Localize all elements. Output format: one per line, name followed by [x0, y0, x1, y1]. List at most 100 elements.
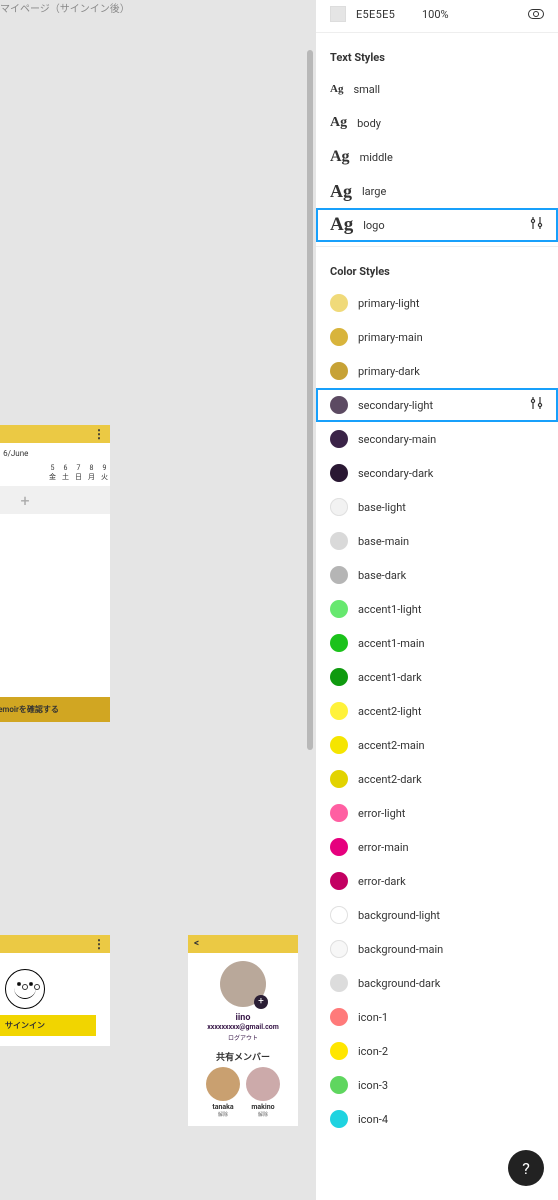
color-style-icon-2[interactable]: icon-2: [316, 1034, 558, 1068]
text-style-body[interactable]: Agbody: [316, 106, 558, 140]
color-style-primary-dark[interactable]: primary-dark: [316, 354, 558, 388]
avatar-add-icon[interactable]: +: [254, 995, 268, 1009]
color-swatch: [330, 430, 348, 448]
color-style-base-main[interactable]: base-main: [316, 524, 558, 558]
text-style-preview: Ag: [330, 214, 353, 236]
fill-row[interactable]: E5E5E5 100%: [316, 0, 558, 28]
color-style-secondary-main[interactable]: secondary-main: [316, 422, 558, 456]
member-sub[interactable]: 解除: [206, 1111, 240, 1118]
frame-label: マイページ（サインイン後）: [0, 0, 315, 15]
text-style-small[interactable]: Agsmall: [316, 72, 558, 106]
frame-mypage[interactable]: < + iino xxxxxxxxx@gmail.com ログアウト 共有メンバ…: [188, 935, 298, 1126]
color-style-accent2-main[interactable]: accent2-main: [316, 728, 558, 762]
color-style-name: primary-dark: [358, 365, 420, 378]
color-swatch: [330, 532, 348, 550]
confirm-memoir-button[interactable]: memoirを確認する: [0, 697, 110, 722]
color-style-error-main[interactable]: error-main: [316, 830, 558, 864]
visibility-icon[interactable]: [528, 9, 544, 19]
color-style-name: secondary-main: [358, 433, 436, 446]
color-swatch: [330, 328, 348, 346]
members-header: 共有メンバー: [192, 1050, 294, 1063]
text-style-middle[interactable]: Agmiddle: [316, 140, 558, 174]
fill-hex[interactable]: E5E5E5: [356, 8, 412, 21]
color-swatch: [330, 804, 348, 822]
color-style-secondary-dark[interactable]: secondary-dark: [316, 456, 558, 490]
color-swatch: [330, 600, 348, 618]
day-cell[interactable]: 8月: [88, 464, 95, 482]
days-row: 5金 6土 7日 8月 9火: [0, 464, 110, 486]
member[interactable]: tanaka解除: [206, 1067, 240, 1118]
scrollbar[interactable]: [307, 50, 313, 750]
color-swatch: [330, 872, 348, 890]
color-style-error-light[interactable]: error-light: [316, 796, 558, 830]
color-style-icon-4[interactable]: icon-4: [316, 1102, 558, 1136]
color-style-name: primary-main: [358, 331, 423, 344]
color-style-error-dark[interactable]: error-dark: [316, 864, 558, 898]
member[interactable]: makino解除: [246, 1067, 280, 1118]
kebab-icon[interactable]: ⋮: [93, 427, 104, 441]
color-style-background-light[interactable]: background-light: [316, 898, 558, 932]
design-canvas[interactable]: 後 ⋮ lar4/Apr5/May6/June 5金6土7日8月9火 + んだ …: [0, 0, 315, 1200]
color-style-background-dark[interactable]: background-dark: [316, 966, 558, 1000]
logout-link[interactable]: ログアウト: [192, 1033, 294, 1042]
text-style-name: body: [357, 117, 381, 130]
frame-signin-before[interactable]: ⋮ サインイン: [0, 935, 110, 1046]
color-style-accent1-main[interactable]: accent1-main: [316, 626, 558, 660]
color-style-base-dark[interactable]: base-dark: [316, 558, 558, 592]
text-style-preview: Ag: [330, 148, 350, 166]
color-style-name: accent2-light: [358, 705, 421, 718]
color-style-name: accent1-dark: [358, 671, 422, 684]
color-style-base-light[interactable]: base-light: [316, 490, 558, 524]
color-style-name: base-main: [358, 535, 409, 548]
member-sub[interactable]: 解除: [246, 1111, 280, 1118]
color-swatch: [330, 634, 348, 652]
day-cell[interactable]: 7日: [75, 464, 82, 482]
color-style-background-main[interactable]: background-main: [316, 932, 558, 966]
user-email: xxxxxxxxx@gmail.com: [192, 1023, 294, 1031]
color-swatch: [330, 464, 348, 482]
color-swatch: [330, 362, 348, 380]
color-style-name: error-main: [358, 841, 409, 854]
adjust-icon[interactable]: [530, 396, 544, 414]
color-style-name: base-light: [358, 501, 406, 514]
add-band[interactable]: +: [0, 486, 110, 514]
fill-opacity[interactable]: 100%: [422, 8, 462, 21]
color-style-name: background-light: [358, 909, 440, 922]
color-style-accent2-dark[interactable]: accent2-dark: [316, 762, 558, 796]
color-style-accent1-light[interactable]: accent1-light: [316, 592, 558, 626]
color-swatch: [330, 396, 348, 414]
text-style-large[interactable]: Aglarge: [316, 174, 558, 208]
color-style-primary-main[interactable]: primary-main: [316, 320, 558, 354]
member-name: tanaka: [206, 1103, 240, 1111]
color-style-name: icon-4: [358, 1113, 388, 1126]
divider: [316, 32, 558, 33]
color-style-icon-3[interactable]: icon-3: [316, 1068, 558, 1102]
kebab-icon[interactable]: ⋮: [93, 937, 104, 951]
text-styles-header: Text Styles: [316, 37, 558, 72]
avatar[interactable]: +: [220, 961, 266, 1007]
day-cell[interactable]: 6土: [62, 464, 69, 482]
help-button[interactable]: ?: [508, 1150, 544, 1186]
color-style-name: primary-light: [358, 297, 419, 310]
color-style-accent1-dark[interactable]: accent1-dark: [316, 660, 558, 694]
day-cell[interactable]: 5金: [49, 464, 56, 482]
signin-button[interactable]: サインイン: [0, 1015, 96, 1036]
color-style-name: base-dark: [358, 569, 406, 582]
color-style-icon-1[interactable]: icon-1: [316, 1000, 558, 1034]
frame-calendar[interactable]: ⋮ lar4/Apr5/May6/June 5金6土7日8月9火 + んだ me…: [0, 425, 110, 722]
color-swatch: [330, 1110, 348, 1128]
color-swatch: [330, 1076, 348, 1094]
avatar: [206, 1067, 240, 1101]
color-swatch: [330, 940, 348, 958]
color-swatch: [330, 838, 348, 856]
color-style-secondary-light[interactable]: secondary-light: [316, 388, 558, 422]
color-style-accent2-light[interactable]: accent2-light: [316, 694, 558, 728]
color-style-name: accent1-main: [358, 637, 425, 650]
day-cell[interactable]: 9火: [101, 464, 108, 482]
color-style-name: accent1-light: [358, 603, 421, 616]
color-style-primary-light[interactable]: primary-light: [316, 286, 558, 320]
frame-header-bar[interactable]: <: [188, 935, 298, 953]
fill-swatch[interactable]: [330, 6, 346, 22]
adjust-icon[interactable]: [530, 216, 544, 234]
text-style-logo[interactable]: Aglogo: [316, 208, 558, 242]
